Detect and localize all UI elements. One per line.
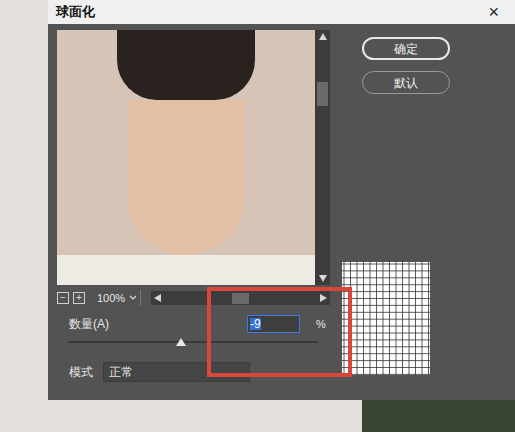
- dialog-body: −+100% 数量(A)-9% 模式正常 确定默认: [48, 24, 515, 400]
- slider-thumb[interactable]: [176, 338, 186, 346]
- preview-controls: −+100%: [57, 290, 330, 306]
- dialog-title: 球面化: [56, 2, 95, 22]
- amount-label: 数量(A): [69, 315, 247, 333]
- preview-row: [57, 30, 330, 285]
- title-bar[interactable]: 球面化 ×: [48, 0, 515, 24]
- zoom-out-button[interactable]: −: [57, 292, 69, 304]
- zoom-in-button[interactable]: +: [73, 292, 85, 304]
- left-column: −+100% 数量(A)-9% 模式正常: [57, 30, 330, 400]
- right-column: 确定默认: [342, 24, 502, 400]
- dialog-button[interactable]: 确定: [362, 37, 450, 60]
- screen: 球面化 × −+100% 数量(A)-9% 模式正常 确定默认: [0, 0, 515, 432]
- spherize-dialog[interactable]: 球面化 × −+100% 数量(A)-9% 模式正常 确定默认: [48, 0, 515, 400]
- scroll-up-icon[interactable]: [318, 32, 328, 42]
- horizontal-scrollbar[interactable]: [151, 291, 330, 305]
- scroll-left-icon[interactable]: [153, 293, 163, 303]
- amount-value: -9: [250, 318, 261, 330]
- annotation-box: [207, 287, 352, 377]
- slider-track: [68, 341, 318, 343]
- mode-dropdown[interactable]: 正常: [103, 362, 250, 382]
- amount-slider[interactable]: [68, 335, 318, 349]
- zoom-dropdown[interactable]: 100%: [97, 290, 141, 307]
- amount-row: 数量(A)-9%: [57, 315, 330, 333]
- chevron-down-icon: [129, 295, 137, 301]
- amount-input[interactable]: -9: [247, 315, 300, 333]
- button-group: 确定默认: [362, 37, 502, 94]
- dialog-button[interactable]: 默认: [362, 71, 450, 94]
- close-button[interactable]: ×: [488, 3, 499, 21]
- preview-image: [57, 30, 315, 285]
- vertical-scrollbar[interactable]: [315, 30, 330, 285]
- preview-shirt: [57, 255, 315, 285]
- scroll-down-icon[interactable]: [318, 273, 328, 283]
- distortion-grid-preview: [342, 262, 430, 375]
- preview-face: [127, 100, 245, 255]
- scroll-right-icon[interactable]: [318, 293, 328, 303]
- mode-row: 模式正常: [57, 362, 330, 382]
- amount-unit: %: [316, 316, 326, 333]
- horizontal-scroll-thumb[interactable]: [232, 293, 249, 304]
- mode-label: 模式: [69, 363, 93, 381]
- vertical-scroll-thumb[interactable]: [317, 82, 328, 106]
- preview-hair: [117, 30, 255, 100]
